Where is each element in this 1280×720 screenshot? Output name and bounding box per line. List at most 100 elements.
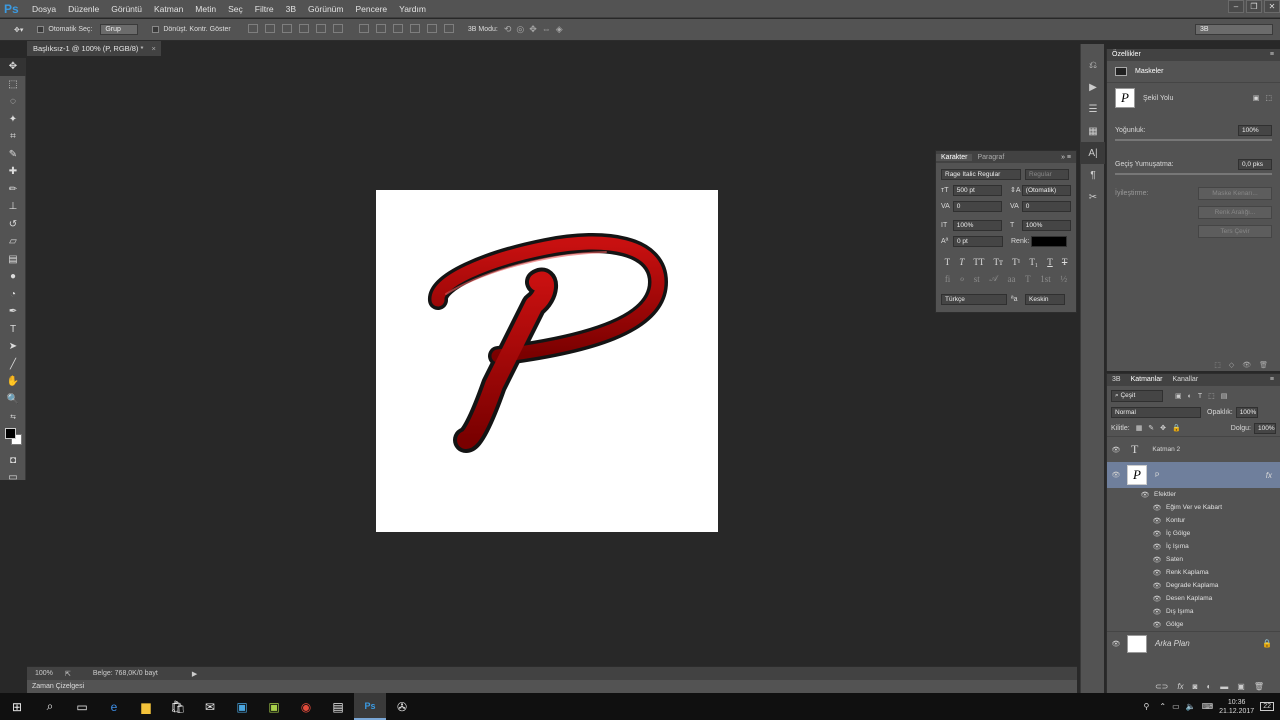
photoshop-taskbar-icon[interactable]: Ps [354, 693, 386, 720]
fill-field[interactable]: 100% [1254, 422, 1276, 434]
effect-item[interactable]: 👁 Gölge [1107, 618, 1280, 631]
menu-item[interactable]: Dosya [26, 4, 62, 14]
text-color-swatch[interactable] [1031, 235, 1067, 247]
auto-select-dropdown[interactable]: Grup [100, 24, 139, 35]
distribute-bottom-icon[interactable] [392, 24, 403, 33]
link-layers-icon[interactable]: ⊂⊃ [1155, 682, 1168, 691]
tray-chevron-icon[interactable]: ⌃ [1159, 702, 1166, 711]
vertical-scale-field[interactable]: 100% [952, 219, 1002, 231]
panel-menu-icon[interactable]: » ≡ [1056, 154, 1076, 161]
add-style-icon[interactable]: fx [1177, 682, 1183, 691]
screen-mode-icon[interactable]: ▭ [0, 469, 26, 487]
discretionary-button[interactable]: ℴ [960, 273, 964, 284]
layer-filter-dropdown[interactable]: ⌕ Çeşit [1111, 390, 1163, 402]
visibility-eye-icon[interactable]: 👁 [1152, 543, 1162, 551]
density-field[interactable]: 100% [1238, 124, 1272, 136]
toggle-mask-icon[interactable]: 👁 [1242, 361, 1251, 369]
tab-layers[interactable]: Katmanlar [1131, 374, 1163, 386]
invert-button[interactable]: Ters Çevir [1198, 225, 1272, 238]
titling-alt-button[interactable]: T [1025, 274, 1031, 284]
tab-character[interactable]: Karakter [936, 153, 973, 161]
ordinals-button[interactable]: 1st [1040, 274, 1051, 284]
panel-menu-icon[interactable]: ≡ [1270, 49, 1274, 61]
all-caps-button[interactable]: TT [973, 257, 984, 267]
delete-mask-icon[interactable]: 🗑 [1259, 361, 1268, 369]
workspace-dropdown[interactable]: 3B [1195, 24, 1273, 35]
layer-fx-icon[interactable]: fx [1266, 471, 1272, 480]
superscript-button[interactable]: T¹ [1012, 257, 1020, 267]
maximize-button[interactable]: ❐ [1246, 0, 1262, 13]
search-icon[interactable]: ⌕ [34, 693, 66, 720]
timeline-panel[interactable]: Zaman Çizelgesi [27, 680, 1077, 693]
effect-item[interactable]: 👁 İç Gölge [1107, 527, 1280, 540]
distribute-left-icon[interactable] [409, 24, 420, 33]
align-bottom-icon[interactable] [281, 24, 292, 33]
visibility-eye-icon[interactable]: 👁 [1152, 530, 1162, 538]
antialias-dropdown[interactable]: Keskin [1025, 293, 1065, 305]
visibility-eye-icon[interactable]: 👁 [1152, 582, 1162, 590]
apply-mask-icon[interactable]: ◇ [1229, 361, 1234, 369]
delete-layer-icon[interactable]: 🗑 [1254, 682, 1264, 691]
visibility-eye-icon[interactable]: 👁 [1152, 504, 1162, 512]
distribute-top-icon[interactable] [358, 24, 369, 33]
align-hcenter-icon[interactable] [315, 24, 326, 33]
visibility-eye-icon[interactable]: 👁 [1152, 517, 1162, 525]
panel-menu-icon[interactable]: ≡ [1270, 374, 1274, 386]
faux-bold-button[interactable]: T [945, 257, 951, 267]
leading-field[interactable]: (Otomatik) [1021, 184, 1071, 196]
effect-item[interactable]: 👁 Degrade Kaplama [1107, 579, 1280, 592]
layer-row[interactable]: 👁 T Katman 2 [1107, 436, 1280, 462]
layer-row-selected[interactable]: 👁 P P fx [1107, 462, 1280, 488]
menu-item[interactable]: Pencere [349, 4, 393, 14]
swap-colors-icon[interactable]: ⇆ [0, 408, 26, 426]
lasso-tool-icon[interactable]: ◌ [0, 93, 26, 111]
add-pixel-mask-icon[interactable]: ▣ [1253, 94, 1260, 102]
keyboard-icon[interactable]: ⌨ [1202, 702, 1214, 711]
effect-item[interactable]: 👁 Kontur [1107, 514, 1280, 527]
quick-mask-icon[interactable]: ◘ [0, 452, 26, 470]
minimize-button[interactable]: – [1228, 0, 1244, 13]
effect-item[interactable]: 👁 Saten [1107, 553, 1280, 566]
align-top-icon[interactable] [247, 24, 258, 33]
load-selection-icon[interactable]: ⬚ [1214, 361, 1221, 369]
underline-button[interactable]: T [1047, 257, 1053, 267]
fractions-button[interactable]: ½ [1060, 274, 1067, 284]
layer-row[interactable]: 👁 Arka Plan 🔒 [1107, 631, 1280, 655]
swatches-panel-icon[interactable]: ▦ [1081, 120, 1105, 142]
opacity-field[interactable]: 100% [1235, 406, 1258, 418]
menu-item[interactable]: Seç [222, 4, 249, 14]
store-icon[interactable]: 🛍 [162, 693, 194, 720]
character-panel-icon[interactable]: A| [1081, 142, 1105, 164]
mail-icon[interactable]: ✉ [194, 693, 226, 720]
feather-slider[interactable] [1115, 173, 1272, 175]
menu-item[interactable]: Görünüm [302, 4, 349, 14]
menu-item[interactable]: Düzenle [62, 4, 105, 14]
new-group-icon[interactable]: ▬ [1220, 682, 1228, 691]
effect-item[interactable]: 👁 İç Işıma [1107, 540, 1280, 553]
network-icon[interactable]: ▭ [1172, 702, 1180, 711]
eraser-tool-icon[interactable]: ▱ [0, 233, 26, 251]
clone-stamp-tool-icon[interactable]: ⊥ [0, 198, 26, 216]
move-tool-preset[interactable]: ✥▾ [14, 26, 23, 34]
effect-item[interactable]: 👁 Eğim Ver ve Kabart [1107, 501, 1280, 514]
actions-panel-icon[interactable]: ▶ [1081, 76, 1105, 98]
strikethrough-button[interactable]: T [1062, 257, 1068, 267]
type-tool-icon[interactable]: T [0, 321, 26, 339]
feather-field[interactable]: 0,0 pks [1238, 158, 1272, 170]
tab-paragraph[interactable]: Paragraf [972, 154, 1009, 161]
kerning-field[interactable]: 0 [952, 200, 1002, 212]
visibility-eye-icon[interactable]: 👁 [1111, 446, 1121, 454]
color-swatches[interactable] [0, 426, 25, 452]
app-icon-misc[interactable]: ✇ [386, 693, 418, 720]
blend-mode-dropdown[interactable]: Normal [1111, 406, 1201, 418]
hand-tool-icon[interactable]: ✋ [0, 373, 26, 391]
zoom-level[interactable]: 100% [35, 670, 59, 677]
file-explorer-icon[interactable]: ▆ [130, 693, 162, 720]
app-icon-green[interactable]: ▣ [258, 693, 290, 720]
people-icon[interactable]: ⚲ [1144, 702, 1150, 711]
effect-item[interactable]: 👁 Dış Işıma [1107, 605, 1280, 618]
history-panel-icon[interactable]: ⎌ [1081, 54, 1105, 76]
menu-item[interactable]: Yardım [393, 4, 432, 14]
edge-browser-icon[interactable]: e [98, 693, 130, 720]
visibility-eye-icon[interactable]: 👁 [1152, 569, 1162, 577]
